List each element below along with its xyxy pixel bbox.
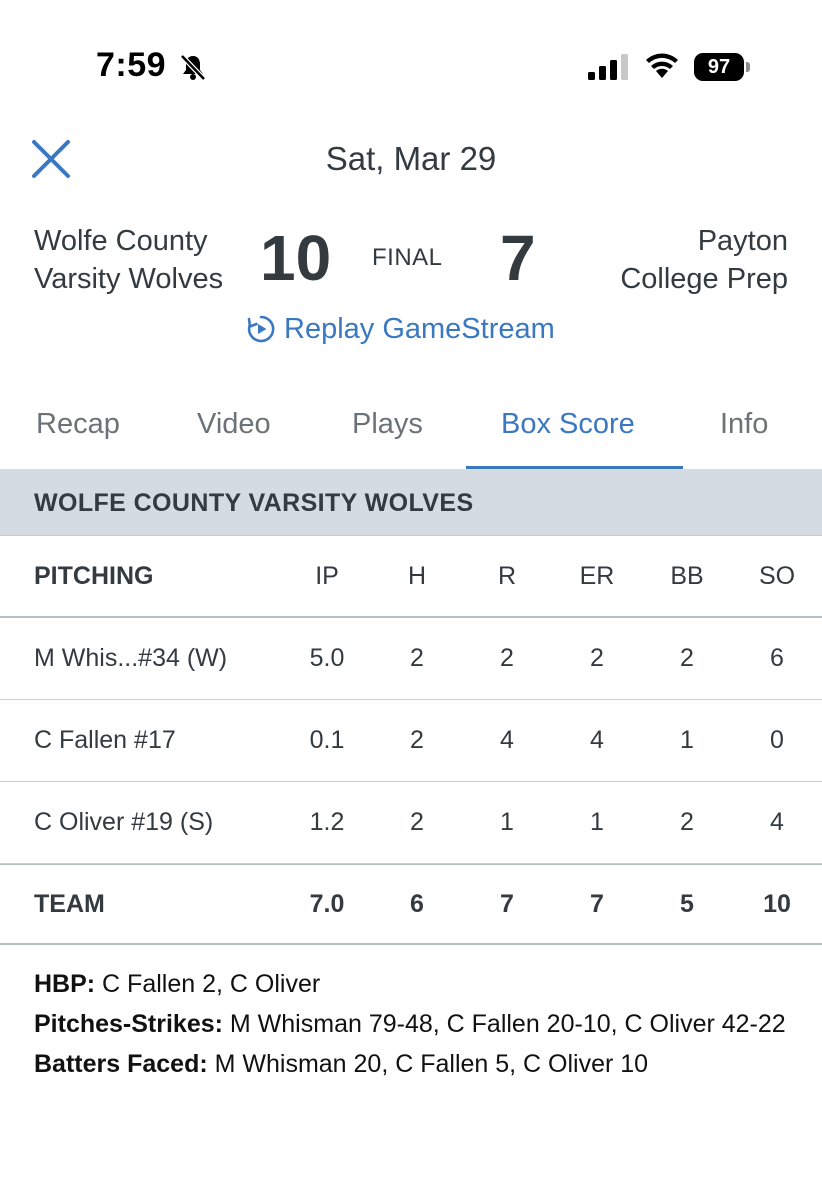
- home-team-line1: Wolfe County: [34, 225, 208, 257]
- cell-bb: 2: [680, 808, 694, 836]
- home-team-name[interactable]: Wolfe County Varsity Wolves: [34, 222, 223, 298]
- cell-er: 2: [590, 644, 604, 672]
- column-header-r: R: [497, 562, 517, 590]
- team-total-h: 6: [410, 889, 424, 918]
- column-header-er: ER: [579, 562, 615, 590]
- game-date-title: Sat, Mar 29: [325, 140, 497, 177]
- cellular-signal-icon: [588, 54, 628, 80]
- note-batters-faced: Batters Faced: M Whisman 20, C Fallen 5,…: [34, 1048, 794, 1080]
- cell-r: 4: [500, 726, 514, 754]
- bell-slash-icon: [180, 54, 206, 81]
- team-total-ip: 7.0: [309, 889, 345, 918]
- pitching-table: PITCHING IP H R ER BB SO M Whis...#34 (W…: [0, 537, 822, 945]
- cell-h: 2: [410, 808, 424, 836]
- tab-video[interactable]: Video: [197, 408, 271, 441]
- away-team-line2: College Prep: [620, 263, 788, 295]
- column-header-h: H: [407, 562, 427, 590]
- pitching-notes: HBP: C Fallen 2, C Oliver Pitches-Strike…: [34, 968, 794, 1088]
- table-row[interactable]: C Fallen #17 0.1 2 4 4 1 0: [0, 700, 822, 782]
- cell-h: 2: [410, 644, 424, 672]
- column-header-bb: BB: [670, 562, 704, 590]
- table-row[interactable]: M Whis...#34 (W) 5.0 2 2 2 2 6: [0, 618, 822, 700]
- battery-icon: 97: [694, 53, 750, 81]
- team-total-so: 10: [763, 889, 791, 918]
- team-total-row: TEAM 7.0 6 7 7 5 10: [0, 864, 822, 945]
- cell-er: 1: [590, 808, 604, 836]
- cell-so: 6: [770, 644, 784, 672]
- team-total-er: 7: [590, 889, 604, 918]
- team-total-bb: 5: [680, 889, 694, 918]
- status-time: 7:59: [96, 46, 167, 84]
- away-team-line1: Payton: [697, 225, 788, 257]
- pitcher-name: M Whis...#34 (W): [34, 644, 228, 672]
- battery-level: 97: [694, 53, 744, 81]
- note-pitches-strikes: Pitches-Strikes: M Whisman 79-48, C Fall…: [34, 1008, 794, 1040]
- game-status: FINAL: [372, 244, 443, 271]
- table-row[interactable]: C Oliver #19 (S) 1.2 2 1 1 2 4: [0, 782, 822, 864]
- team-total-r: 7: [500, 889, 514, 918]
- replay-gamestream-button[interactable]: Replay GameStream: [246, 310, 555, 348]
- replay-play-icon: [247, 315, 275, 343]
- column-header-so: SO: [758, 562, 796, 590]
- team-section-title: WOLFE COUNTY VARSITY WOLVES: [34, 489, 474, 517]
- note-text: M Whisman 20, C Fallen 5, C Oliver 10: [207, 1050, 649, 1078]
- cell-r: 1: [500, 808, 514, 836]
- cell-so: 0: [770, 726, 784, 754]
- home-score: 10: [260, 222, 332, 294]
- tab-recap[interactable]: Recap: [36, 408, 120, 441]
- away-score: 7: [500, 222, 536, 294]
- cell-er: 4: [590, 726, 604, 754]
- note-label: Batters Faced:: [34, 1050, 208, 1078]
- home-team-line2: Varsity Wolves: [34, 263, 224, 295]
- note-label: HBP:: [34, 970, 96, 998]
- status-bar: 7:59 97: [0, 0, 822, 110]
- replay-gamestream-label: Replay GameStream: [284, 312, 555, 345]
- battery-tip: [746, 62, 750, 72]
- tab-plays[interactable]: Plays: [352, 408, 423, 441]
- tab-box-score[interactable]: Box Score: [501, 408, 635, 441]
- cell-so: 4: [770, 808, 784, 836]
- note-hbp: HBP: C Fallen 2, C Oliver: [34, 968, 794, 1000]
- cell-ip: 5.0: [309, 644, 345, 672]
- note-text: C Fallen 2, C Oliver: [95, 970, 321, 998]
- wifi-icon: [646, 53, 678, 78]
- cell-h: 2: [410, 726, 424, 754]
- tab-bar: Recap Video Plays Box Score Info: [0, 400, 822, 470]
- note-text: M Whisman 79-48, C Fallen 20-10, C Olive…: [222, 1010, 786, 1038]
- pitcher-name: C Fallen #17: [34, 726, 176, 754]
- cell-bb: 2: [680, 644, 694, 672]
- team-section-header: WOLFE COUNTY VARSITY WOLVES: [0, 470, 822, 536]
- away-team-name[interactable]: Payton College Prep: [620, 222, 788, 298]
- column-header-ip: IP: [315, 562, 339, 590]
- cell-r: 2: [500, 644, 514, 672]
- cell-bb: 1: [680, 726, 694, 754]
- column-header-pitching: PITCHING: [34, 562, 154, 590]
- cell-ip: 1.2: [309, 808, 345, 836]
- team-total-label: TEAM: [34, 889, 105, 918]
- cell-ip: 0.1: [309, 726, 345, 754]
- note-label: Pitches-Strikes:: [34, 1010, 223, 1038]
- tab-info[interactable]: Info: [720, 408, 768, 441]
- table-header-row: PITCHING IP H R ER BB SO: [0, 537, 822, 618]
- pitcher-name: C Oliver #19 (S): [34, 808, 214, 836]
